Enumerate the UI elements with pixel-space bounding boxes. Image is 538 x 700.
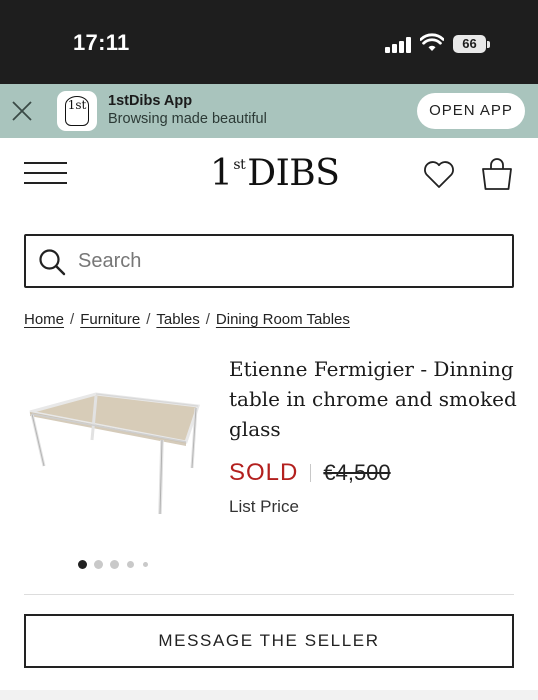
search-icon <box>39 249 66 276</box>
carousel-dot[interactable] <box>78 560 87 569</box>
product-image[interactable] <box>22 372 206 532</box>
breadcrumb-dining-room-tables[interactable]: Dining Room Tables <box>216 311 350 328</box>
list-price: €4,500 <box>323 460 391 485</box>
battery-nub <box>487 41 490 48</box>
logo-superscript: st <box>233 157 246 173</box>
app-install-banner: 1st 1stDibs App Browsing made beautiful … <box>0 84 538 138</box>
site-header: 1stDIBS <box>0 138 538 216</box>
status-bar: 17:11 66 <box>0 0 538 84</box>
breadcrumb-tables[interactable]: Tables <box>156 311 199 328</box>
banner-tagline: Browsing made beautiful <box>108 111 267 127</box>
carousel-dot[interactable] <box>94 560 103 569</box>
search-bar[interactable] <box>24 234 514 288</box>
battery-icon: 66 <box>453 35 486 53</box>
breadcrumb-separator: / <box>146 311 151 328</box>
menu-icon[interactable] <box>24 162 68 186</box>
breadcrumb: Home / Furniture / Tables / Dining Room Tables <box>24 311 350 328</box>
sold-status: SOLD <box>229 459 299 486</box>
signal-icon <box>385 37 412 53</box>
logo-word: DIBS <box>247 153 340 194</box>
product-title: Etienne Fermigier - Dinning table in chr… <box>229 357 517 441</box>
next-section-edge <box>0 690 538 700</box>
list-price-label: List Price <box>229 497 299 516</box>
breadcrumb-separator: / <box>205 311 210 328</box>
app-logo: 1st <box>57 91 97 131</box>
message-seller-button[interactable]: MESSAGE THE SELLER <box>24 614 514 668</box>
close-icon[interactable] <box>10 99 34 123</box>
breadcrumb-furniture[interactable]: Furniture <box>80 311 140 328</box>
carousel-dot[interactable] <box>127 561 134 568</box>
carousel-dot[interactable] <box>110 560 119 569</box>
heart-icon[interactable] <box>421 156 457 192</box>
open-app-button[interactable]: OPEN APP <box>417 93 525 129</box>
search-input[interactable] <box>78 246 498 276</box>
price-divider <box>310 464 312 482</box>
status-time: 17:11 <box>73 30 130 55</box>
breadcrumb-home[interactable]: Home <box>24 311 64 328</box>
price-row: SOLD €4,500 <box>229 459 391 489</box>
banner-app-name: 1stDibs App <box>108 93 193 109</box>
app-logo-mark: 1st <box>65 96 89 126</box>
breadcrumb-separator: / <box>70 311 75 328</box>
section-divider <box>24 594 514 595</box>
wifi-icon <box>420 33 444 51</box>
site-logo[interactable]: 1stDIBS <box>210 153 340 197</box>
logo-number: 1 <box>210 153 233 194</box>
carousel-dot[interactable] <box>143 562 148 567</box>
shopping-bag-icon[interactable] <box>479 156 515 192</box>
